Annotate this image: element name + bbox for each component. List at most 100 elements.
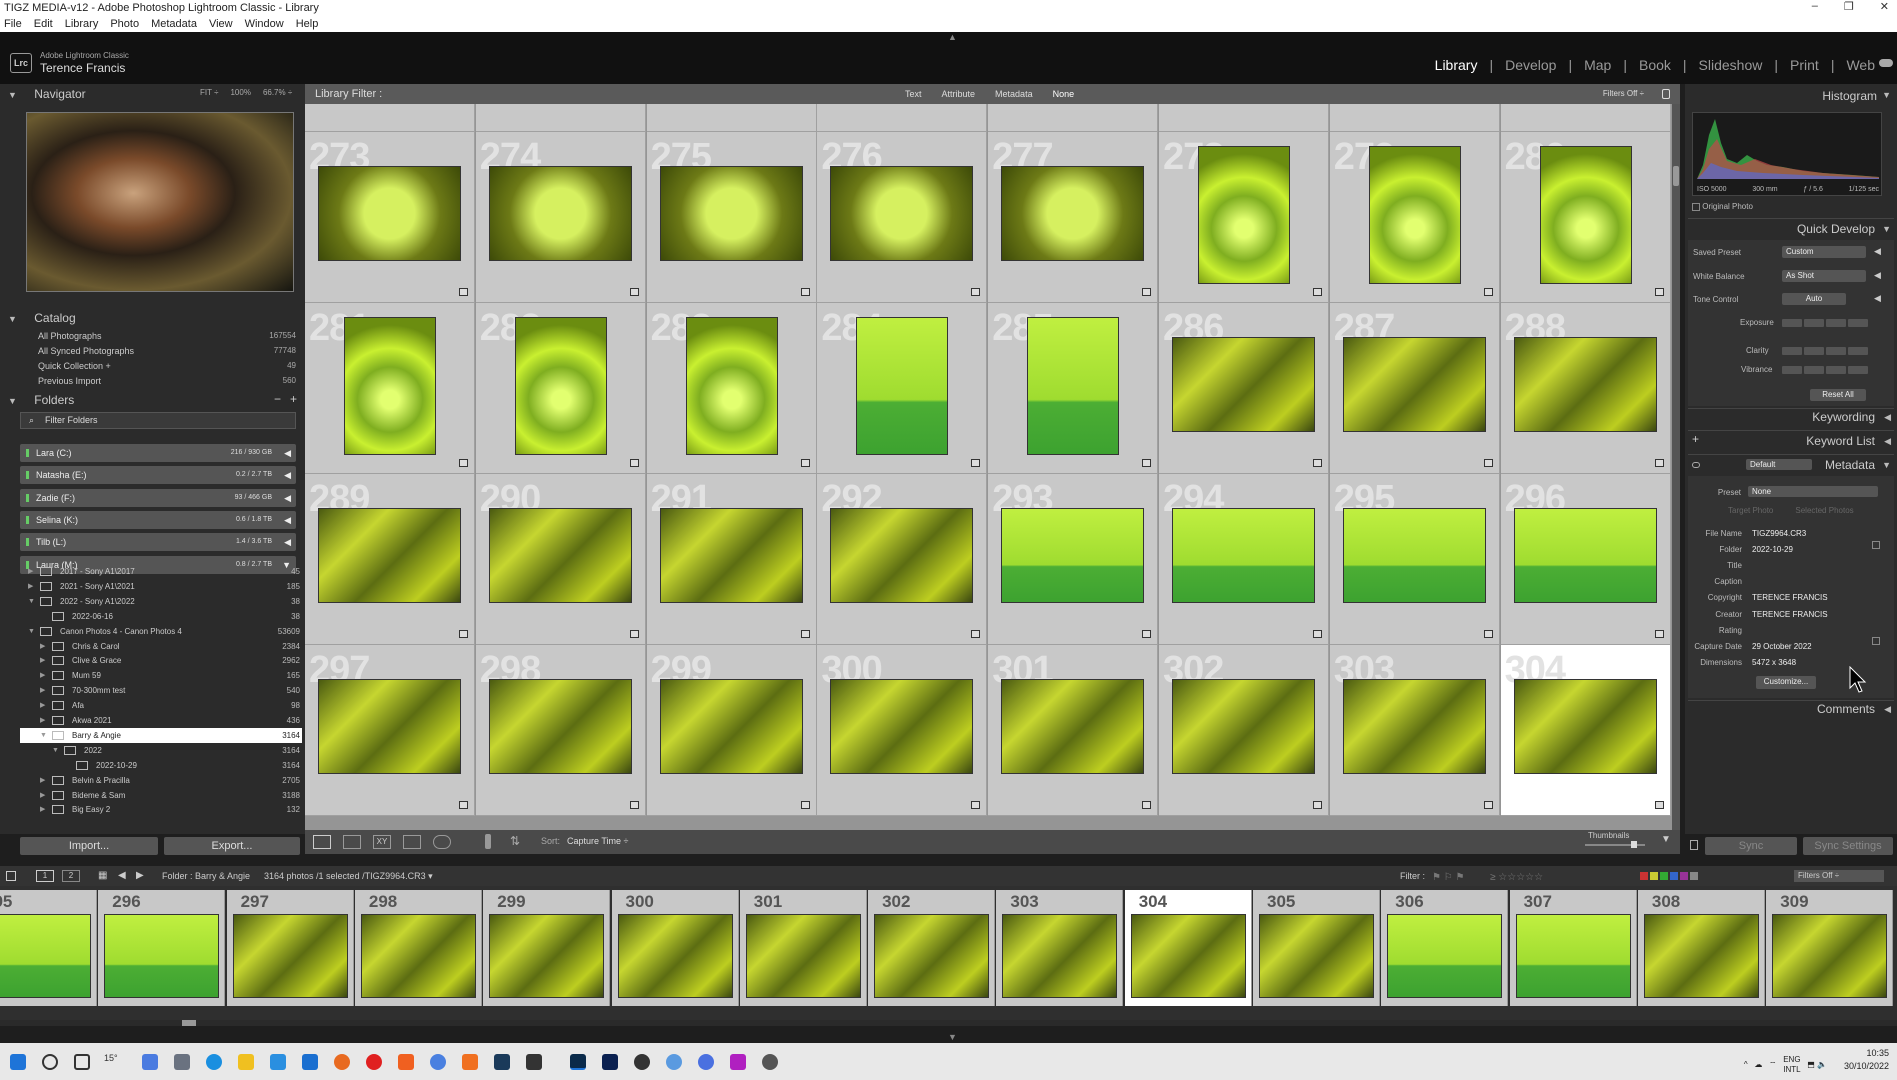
auto-tone-button[interactable]: Auto bbox=[1782, 293, 1846, 305]
keyword-list-header[interactable]: Keyword List bbox=[1806, 434, 1875, 448]
target-photo-tab[interactable]: Target Photo bbox=[1728, 506, 1773, 515]
opera-icon[interactable] bbox=[366, 1054, 382, 1070]
clarity-decrease-small[interactable] bbox=[1804, 347, 1824, 355]
module-slideshow[interactable]: Slideshow bbox=[1699, 57, 1763, 73]
weather-widget[interactable]: 15° bbox=[104, 1053, 118, 1063]
search-icon[interactable] bbox=[42, 1054, 58, 1070]
filmstrip-thumbnail[interactable] bbox=[232, 914, 348, 998]
window-1-button[interactable]: 1 bbox=[36, 870, 54, 882]
app-icon[interactable] bbox=[462, 1054, 478, 1070]
photo-thumbnail[interactable] bbox=[659, 679, 803, 774]
edit-badge-icon[interactable] bbox=[971, 630, 981, 638]
grid-cell[interactable]: 295 bbox=[1329, 474, 1500, 645]
loupe-view-icon[interactable] bbox=[343, 835, 361, 849]
exposure-buttons[interactable] bbox=[1782, 319, 1868, 327]
tone-control-expand-icon[interactable]: ◀ bbox=[1874, 293, 1881, 304]
grid-cell[interactable]: 294 bbox=[1159, 474, 1329, 645]
photo-thumbnail[interactable] bbox=[1172, 508, 1315, 603]
edit-badge-icon[interactable] bbox=[1654, 459, 1664, 467]
photo-thumbnail[interactable] bbox=[830, 508, 974, 603]
metadata-field-value[interactable]: 5472 x 3648 bbox=[1752, 658, 1796, 667]
minimize-button[interactable]: – bbox=[1812, 0, 1818, 16]
module-develop[interactable]: Develop bbox=[1505, 57, 1556, 73]
photo-thumbnail[interactable] bbox=[856, 317, 949, 455]
filmstrip-thumbnail[interactable] bbox=[1259, 914, 1374, 998]
photo-thumbnail[interactable] bbox=[1027, 317, 1120, 455]
green-label-icon[interactable] bbox=[1660, 872, 1668, 880]
exposure-increase-large[interactable] bbox=[1848, 319, 1868, 327]
edit-badge-icon[interactable] bbox=[1142, 459, 1152, 467]
module-print[interactable]: Print bbox=[1790, 57, 1819, 73]
module-book[interactable]: Book bbox=[1639, 57, 1671, 73]
volume-item[interactable]: Natasha (E:) 0.2 / 2.7 TB ◀ bbox=[20, 466, 296, 485]
app-icon[interactable] bbox=[730, 1054, 746, 1070]
grid-cell[interactable]: 279 bbox=[1329, 132, 1500, 303]
sort-dropdown[interactable]: Capture Time ÷ bbox=[567, 836, 628, 846]
folder-expand-icon[interactable]: ▼ bbox=[28, 594, 35, 609]
edit-badge-icon[interactable] bbox=[1313, 288, 1322, 296]
filmstrip-cell[interactable]: 309 bbox=[1766, 890, 1894, 1006]
grid-cell[interactable]: 284 bbox=[817, 303, 988, 474]
taskbar-clock[interactable]: 10:35 30/10/2022 bbox=[1844, 1047, 1889, 1073]
grid-cell[interactable]: 300 bbox=[817, 645, 988, 816]
add-keyword-icon[interactable]: + bbox=[1692, 432, 1699, 446]
cloud-icon[interactable]: ☁ bbox=[1754, 1060, 1762, 1069]
folder-item[interactable]: 2022-06-16 38 bbox=[20, 609, 302, 624]
grid-cell[interactable]: 285 bbox=[988, 303, 1159, 474]
photo-thumbnail[interactable] bbox=[1513, 508, 1657, 603]
widgets-icon[interactable] bbox=[174, 1054, 190, 1070]
photo-thumbnail[interactable] bbox=[318, 166, 461, 261]
grid-cell[interactable]: 293 bbox=[988, 474, 1159, 645]
edge-icon[interactable] bbox=[206, 1054, 222, 1070]
grid-icon[interactable]: ▦ bbox=[98, 866, 107, 886]
volume-expand-icon[interactable]: ◀ bbox=[284, 511, 291, 529]
folder-item[interactable]: ▼ 2022 3164 bbox=[20, 743, 302, 758]
grid-cell-partial[interactable] bbox=[305, 104, 475, 132]
edit-badge-icon[interactable] bbox=[629, 801, 639, 809]
menu-edit[interactable]: Edit bbox=[34, 16, 53, 32]
grid-cell[interactable]: 298 bbox=[475, 645, 646, 816]
clarity-buttons[interactable] bbox=[1782, 347, 1868, 355]
edit-badge-icon[interactable] bbox=[1654, 288, 1664, 296]
grid-cell-partial[interactable] bbox=[988, 104, 1159, 132]
grid-cell[interactable]: 273 bbox=[305, 132, 475, 303]
photo-thumbnail[interactable] bbox=[1198, 146, 1290, 284]
mail-icon[interactable] bbox=[302, 1054, 318, 1070]
grid-view-icon[interactable] bbox=[313, 835, 331, 849]
edit-badge-icon[interactable] bbox=[1313, 630, 1322, 638]
grid-cell[interactable]: 301 bbox=[988, 645, 1159, 816]
folder-goto-icon[interactable] bbox=[1872, 541, 1880, 549]
photo-thumbnail[interactable] bbox=[1342, 337, 1486, 432]
edit-badge-icon[interactable] bbox=[1142, 288, 1152, 296]
quick-develop-collapse-icon[interactable]: ▼ bbox=[1882, 224, 1891, 234]
original-photo-checkbox[interactable]: Original Photo bbox=[1692, 202, 1753, 211]
edit-badge-icon[interactable] bbox=[1654, 801, 1664, 809]
photo-thumbnail[interactable] bbox=[1172, 679, 1315, 774]
filmstrip-thumbnail[interactable] bbox=[1130, 914, 1246, 998]
thumbnail-size-slider-handle[interactable] bbox=[1631, 841, 1637, 848]
folder-expand-icon[interactable]: ▼ bbox=[52, 743, 59, 758]
folder-item[interactable]: ▼ Barry & Angie 3164 bbox=[20, 727, 302, 743]
filmstrip-thumbnail[interactable] bbox=[1387, 914, 1503, 998]
photo-thumbnail[interactable] bbox=[1513, 679, 1657, 774]
top-panel-toggle-icon[interactable]: ▲ bbox=[948, 32, 957, 42]
grid-cell[interactable]: 302 bbox=[1159, 645, 1329, 816]
network-icon[interactable]: ⬒ bbox=[1807, 1060, 1815, 1069]
toolbar-menu-chevron-icon[interactable]: ▼ bbox=[1661, 834, 1671, 845]
volume-expand-icon[interactable]: ◀ bbox=[284, 466, 291, 484]
saved-preset-expand-icon[interactable]: ◀ bbox=[1874, 246, 1881, 257]
vibrance-increase-large[interactable] bbox=[1848, 366, 1868, 374]
filter-text-tab[interactable]: Text bbox=[905, 84, 922, 104]
grid-cell[interactable]: 304 bbox=[1500, 645, 1671, 816]
white-balance-expand-icon[interactable]: ◀ bbox=[1874, 270, 1881, 281]
edit-badge-icon[interactable] bbox=[1483, 459, 1493, 467]
blue-label-icon[interactable] bbox=[1670, 872, 1678, 880]
back-arrow-icon[interactable]: ◀ bbox=[118, 866, 126, 886]
photo-thumbnail[interactable] bbox=[488, 166, 632, 261]
edit-badge-icon[interactable] bbox=[1483, 630, 1493, 638]
eye-icon[interactable] bbox=[1692, 462, 1700, 468]
tray-chevron-icon[interactable]: ^ bbox=[1744, 1060, 1748, 1069]
selected-photos-tab[interactable]: Selected Photos bbox=[1795, 506, 1853, 515]
grid-cell-partial[interactable] bbox=[817, 104, 988, 132]
filmstrip-thumbnail[interactable] bbox=[489, 914, 605, 998]
